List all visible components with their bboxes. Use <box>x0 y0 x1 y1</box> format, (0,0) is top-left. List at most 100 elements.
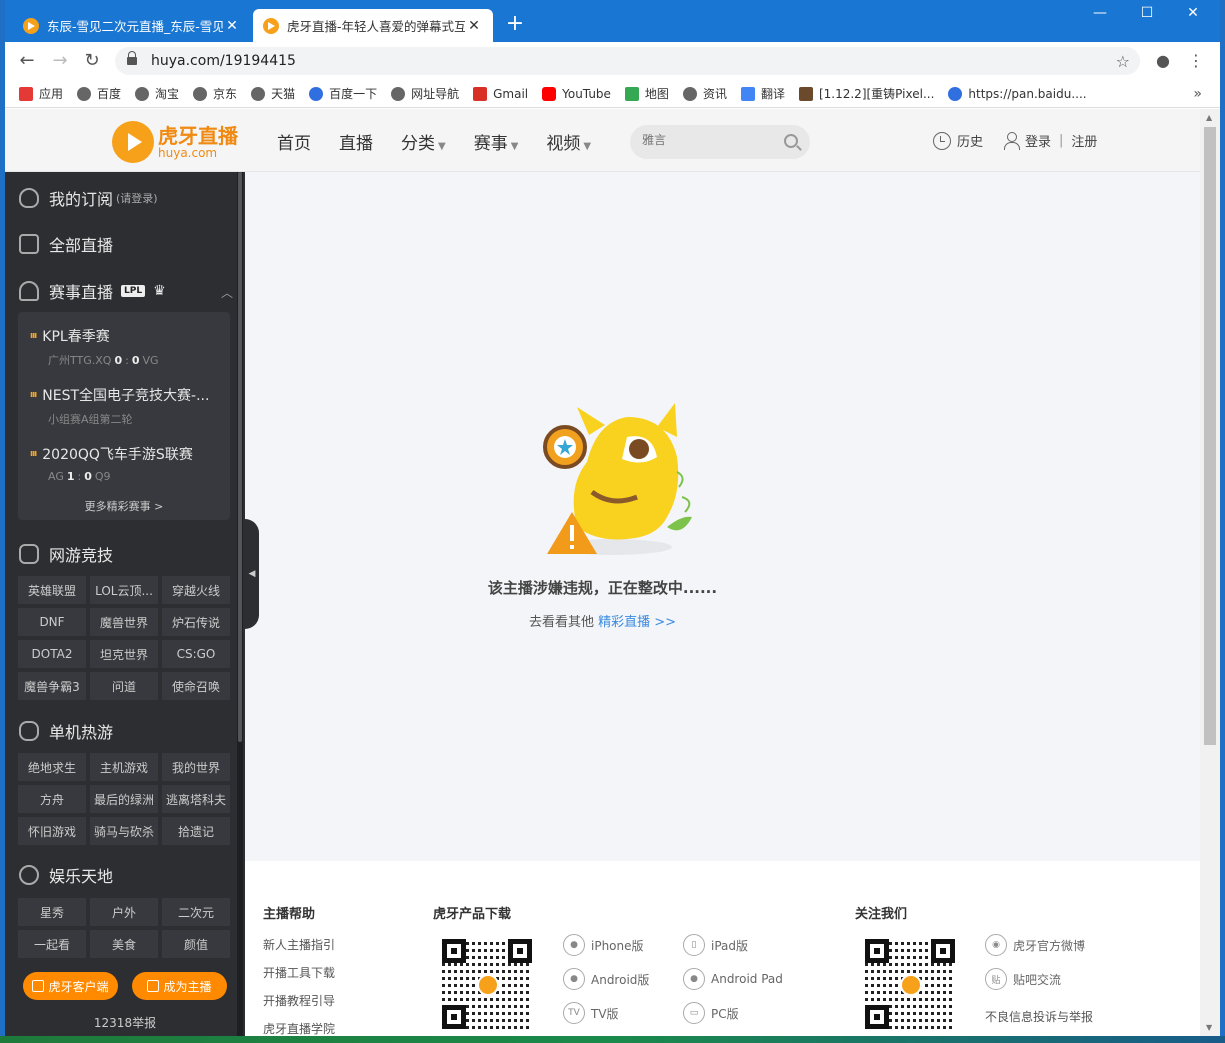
category-cell[interactable]: DNF <box>18 608 86 636</box>
close-tab-icon[interactable]: ✕ <box>223 18 241 34</box>
follow-tieba[interactable]: 贴贴吧交流 <box>985 968 1061 990</box>
bookmark-gmail[interactable]: Gmail <box>473 86 528 101</box>
category-cell[interactable]: 使命召唤 <box>162 672 230 700</box>
bookmark-taobao[interactable]: 淘宝 <box>135 85 179 102</box>
sidebar-item-all-live[interactable]: 全部直播 <box>19 232 113 256</box>
bookmark-apps[interactable]: 应用 <box>19 85 63 102</box>
category-cell[interactable]: 方舟 <box>18 785 86 813</box>
bookmark-news[interactable]: 资讯 <box>682 85 727 102</box>
category-cell[interactable]: 坦克世界 <box>90 640 158 668</box>
category-cell[interactable]: 骑马与砍杀 <box>90 817 158 845</box>
match-item[interactable]: ııı KPL春季赛 广州TTG.XQ 0:0 VG <box>30 326 159 368</box>
download-tv[interactable]: TV TV版 <box>563 1002 619 1024</box>
category-cell[interactable]: 英雄联盟 <box>18 576 86 604</box>
category-cell[interactable]: 绝地求生 <box>18 753 86 781</box>
category-cell[interactable]: 炉石传说 <box>162 608 230 636</box>
sidebar-item-single-games[interactable]: 单机热游 <box>19 719 113 743</box>
category-cell[interactable]: 一起看 <box>18 930 86 958</box>
bookmark-pixel[interactable]: [1.12.2][重铸Pixel... <box>798 85 934 102</box>
huya-logo[interactable]: 虎牙直播 huya.com <box>112 121 238 163</box>
follow-weibo[interactable]: ◉ 虎牙官方微博 <box>985 934 1085 956</box>
report-bad-info-link[interactable]: 不良信息投诉与举报 <box>985 1008 1093 1025</box>
category-cell[interactable]: 星秀 <box>18 898 86 926</box>
category-cell[interactable]: 我的世界 <box>162 753 230 781</box>
category-cell[interactable]: DOTA2 <box>18 640 86 668</box>
category-cell[interactable]: LOL云顶... <box>90 576 158 604</box>
page-scroll-thumb[interactable] <box>1204 127 1216 745</box>
match-item[interactable]: ııı 2020QQ飞车手游S联赛 AG 1:0 Q9 <box>30 444 193 483</box>
more-bookmarks-icon[interactable]: » <box>1193 86 1202 102</box>
scroll-up-icon[interactable]: ▲ <box>1206 113 1212 122</box>
category-cell[interactable]: 最后的绿洲 <box>90 785 158 813</box>
login-link[interactable]: 登录 <box>1025 131 1051 150</box>
footer-link[interactable]: 虎牙直播学院 <box>263 1020 335 1036</box>
address-bar[interactable]: huya.com/19194415 ☆ <box>115 47 1140 75</box>
bookmark-pan-baidu[interactable]: https://pan.baidu.... <box>948 86 1087 101</box>
footer-link[interactable]: 新人主播指引 <box>263 936 335 953</box>
download-pc[interactable]: ▭ PC版 <box>683 1002 739 1024</box>
category-cell[interactable]: 户外 <box>90 898 158 926</box>
download-ipad[interactable]: ▯ iPad版 <box>683 934 748 956</box>
nav-category[interactable]: 分类 ▼ <box>401 129 446 154</box>
sidebar-item-online-games[interactable]: 网游竞技 <box>19 542 113 566</box>
match-item[interactable]: ııı NEST全国电子竞技大赛-... 小组赛A组第二轮 <box>30 385 209 427</box>
bookmark-baidu-search[interactable]: 百度一下 <box>309 85 377 102</box>
nav-live[interactable]: 直播 <box>339 129 373 154</box>
bookmark-translate[interactable]: 翻译 <box>740 85 785 102</box>
download-iphone[interactable]: ● iPhone版 <box>563 934 644 956</box>
footer-link[interactable]: 开播工具下载 <box>263 964 335 981</box>
new-tab-button[interactable]: + <box>503 12 527 36</box>
category-cell[interactable]: 怀旧游戏 <box>18 817 86 845</box>
bookmark-nav[interactable]: 网址导航 <box>391 85 459 102</box>
nav-home[interactable]: 首页 <box>277 129 311 154</box>
bookmark-baidu[interactable]: 百度 <box>77 85 121 102</box>
bookmark-tmall[interactable]: 天猫 <box>251 85 295 102</box>
history-clock-icon[interactable] <box>933 131 951 150</box>
more-matches-link[interactable]: 更多精彩赛事 > <box>18 498 230 514</box>
category-cell[interactable]: 二次元 <box>162 898 230 926</box>
register-link[interactable]: 注册 <box>1071 131 1097 150</box>
scroll-down-icon[interactable]: ▼ <box>1206 1023 1212 1032</box>
category-cell[interactable]: 美食 <box>90 930 158 958</box>
user-icon[interactable] <box>1003 131 1021 150</box>
bookmark-youtube[interactable]: YouTube <box>542 86 611 101</box>
become-anchor-button[interactable]: 成为主播 <box>132 972 227 1000</box>
sidebar-scroll-thumb[interactable] <box>238 172 242 742</box>
footer-link[interactable]: 开播教程引导 <box>263 992 335 1009</box>
forward-button[interactable]: → <box>48 50 72 72</box>
sidebar-item-entertainment[interactable]: 娱乐天地 <box>19 863 113 887</box>
chevron-up-icon[interactable]: ︿ <box>221 284 233 301</box>
sidebar-item-subscribe[interactable]: 我的订阅 (请登录) <box>19 186 158 210</box>
tab-dongchen[interactable]: 东辰-雪见二次元直播_东辰-雪见 ✕ <box>13 9 251 42</box>
category-cell[interactable]: CS:GO <box>162 640 230 668</box>
category-cell[interactable]: 主机游戏 <box>90 753 158 781</box>
history-link[interactable]: 历史 <box>957 131 983 150</box>
minimize-button[interactable]: — <box>1080 5 1120 21</box>
page-scrollbar[interactable]: ▲ ▼ <box>1200 109 1220 1036</box>
close-tab-icon[interactable]: ✕ <box>465 18 483 34</box>
report-link[interactable]: 12318举报 <box>5 1014 245 1031</box>
bookmark-maps[interactable]: 地图 <box>624 85 669 102</box>
menu-icon[interactable]: ⋮ <box>1185 51 1207 73</box>
download-android[interactable]: ● Android版 <box>563 968 649 990</box>
category-cell[interactable]: 拾遗记 <box>162 817 230 845</box>
back-button[interactable]: ← <box>15 50 39 72</box>
sidebar-item-esports[interactable]: 赛事直播 LPL ♛ <box>19 279 166 303</box>
category-cell[interactable]: 逃离塔科夫 <box>162 785 230 813</box>
tab-huya[interactable]: 虎牙直播-年轻人喜爱的弹幕式互 ✕ <box>253 9 493 42</box>
search-icon[interactable] <box>784 134 798 148</box>
nav-video[interactable]: 视频 ▼ <box>546 129 591 154</box>
bookmark-star-icon[interactable]: ☆ <box>1116 52 1130 71</box>
client-download-button[interactable]: 虎牙客户端 <box>23 972 118 1000</box>
category-cell[interactable]: 魔兽世界 <box>90 608 158 636</box>
category-cell[interactable]: 问道 <box>90 672 158 700</box>
bookmark-jd[interactable]: 京东 <box>193 85 237 102</box>
maximize-button[interactable]: ☐ <box>1127 5 1167 21</box>
reload-button[interactable]: ↻ <box>80 50 104 72</box>
sidebar-scrollbar[interactable] <box>237 172 243 1036</box>
close-window-button[interactable]: ✕ <box>1173 5 1213 21</box>
search-input[interactable] <box>642 133 772 147</box>
nav-events[interactable]: 赛事 ▼ <box>474 129 519 154</box>
featured-live-link[interactable]: 精彩直播 >> <box>598 615 676 630</box>
download-android-pad[interactable]: ● Android Pad <box>683 968 783 990</box>
